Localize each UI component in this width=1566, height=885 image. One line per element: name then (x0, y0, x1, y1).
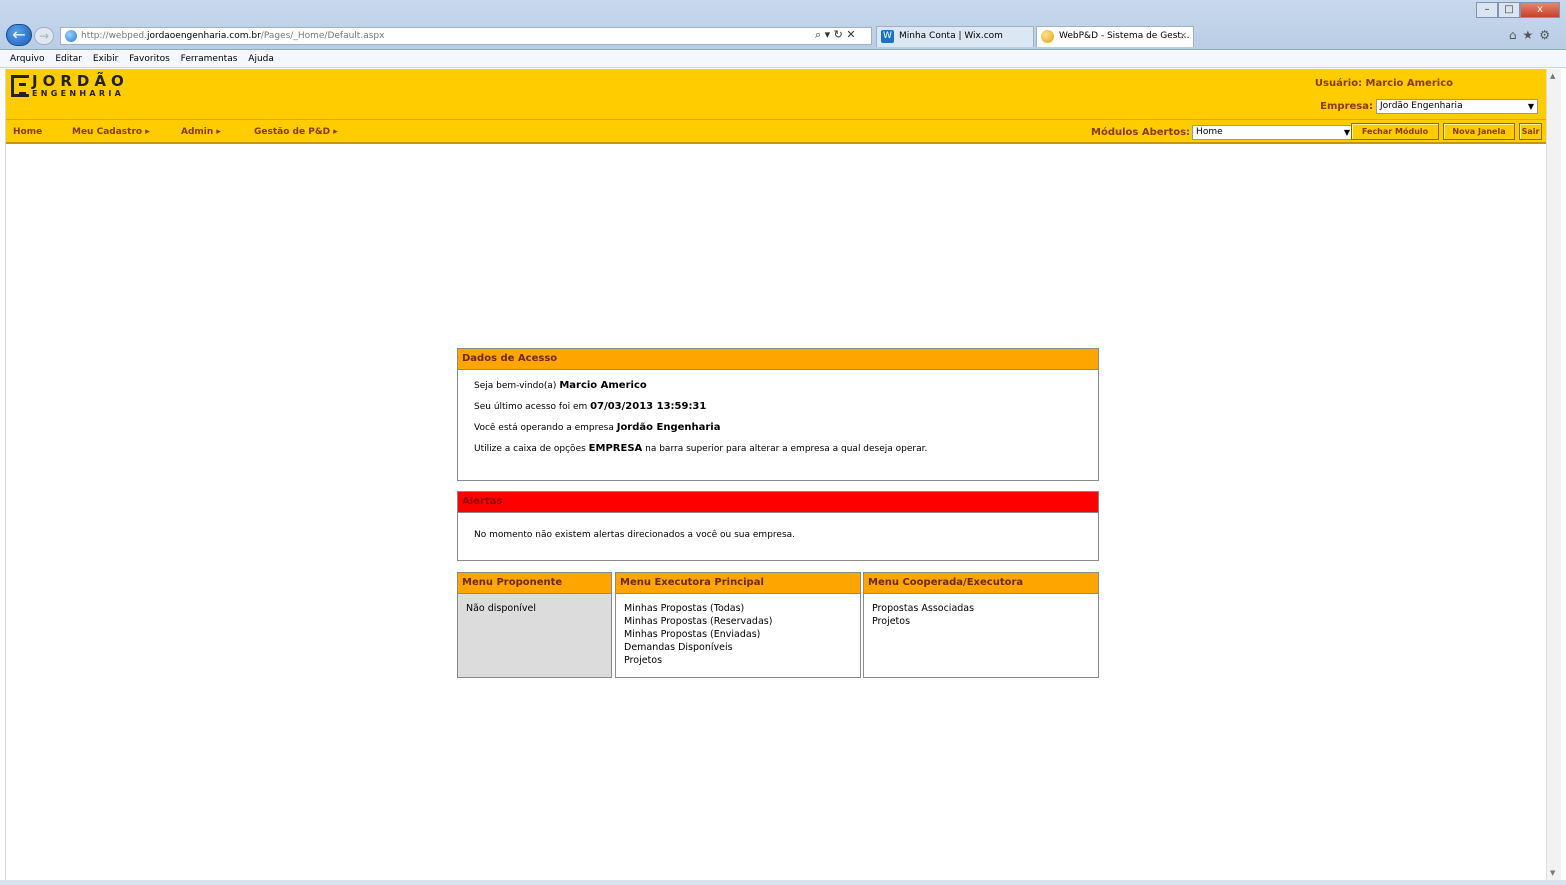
hint-line: Utilize a caixa de opções EMPRESA na bar… (474, 438, 1098, 459)
hint-prefix: Utilize a caixa de opções (474, 444, 586, 454)
home-favorites-tools-icons[interactable]: ⌂★⚙ (1509, 28, 1556, 42)
menu-executora-body: Minhas Propostas (Todas) Minhas Proposta… (616, 594, 860, 667)
address-domain: jordaoengenharia.com.br (147, 31, 261, 41)
back-button[interactable]: ← (6, 24, 32, 46)
hint-suffix: na barra superior para alterar a empresa… (645, 444, 928, 454)
last-access-time: 07/03/2013 13:59:31 (590, 401, 707, 412)
empresa-value: Jordão Engenharia (1380, 101, 1463, 111)
empresa-selector: Empresa: Jordão Engenharia ▼ (1320, 99, 1538, 114)
user-label: Usuário: Marcio Americo (1314, 78, 1453, 89)
alert-message: No momento não existem alertas direciona… (474, 530, 796, 540)
menu-cooperada-body: Propostas Associadas Projetos (864, 594, 1098, 628)
nav-gestao[interactable]: Gestão de P&D ▸ (254, 127, 338, 137)
welcome-line: Seja bem-vindo(a) Marcio Americo (474, 375, 1098, 396)
last-access-line: Seu último acesso foi em 07/03/2013 13:5… (474, 396, 1098, 417)
menu-arquivo[interactable]: Arquivo (10, 54, 44, 64)
page-left-border (0, 69, 6, 880)
menu-ferramentas[interactable]: Ferramentas (181, 54, 238, 64)
welcome-prefix: Seja bem-vindo(a) (474, 381, 557, 391)
panel-title: Alertas (458, 492, 1098, 513)
address-path: /Pages/_Home/Default.aspx (260, 31, 385, 41)
panel-title: Menu Cooperada/Executora (864, 573, 1098, 594)
menu-cooperada-panel: Menu Cooperada/Executora Propostas Assoc… (863, 572, 1099, 678)
browser-titlebar: ← → http://webped.jordaoengenharia.com.b… (0, 0, 1566, 50)
menu-favoritos[interactable]: Favoritos (129, 54, 170, 64)
welcome-user: Marcio Americo (559, 380, 647, 391)
menu-proponente-body: Não disponível (458, 594, 611, 677)
menu-ajuda[interactable]: Ajuda (248, 54, 274, 64)
chevron-down-icon: ▼ (1527, 102, 1534, 111)
alertas-panel: Alertas No momento não existem alertas d… (457, 491, 1099, 561)
site-header: JORDÃO ENGENHARIA Usuário: Marcio Americ… (6, 69, 1546, 119)
nav-meu-cadastro[interactable]: Meu Cadastro ▸ (72, 127, 150, 137)
modulos-abertos: Módulos Abertos: Home ▼ (1091, 125, 1355, 140)
close-window-button[interactable]: x (1520, 2, 1560, 18)
tab-label: Minha Conta | Wix.com (899, 31, 1003, 41)
window-buttons: – □ x (1476, 2, 1560, 18)
dados-acesso-body: Seja bem-vindo(a) Marcio Americo Seu últ… (458, 370, 1098, 459)
vertical-scrollbar[interactable]: ▲ ▼ (1546, 69, 1561, 880)
tab-label: WebP&D - Sistema de Gest... (1059, 31, 1190, 41)
ie-favicon-icon (1041, 30, 1054, 43)
address-bar[interactable]: http://webped.jordaoengenharia.com.br/Pa… (60, 27, 872, 45)
menu-link[interactable]: Minhas Propostas (Enviadas) (624, 628, 860, 641)
modulos-label: Módulos Abertos: (1091, 127, 1191, 138)
operating-line: Você está operando a empresa Jordão Enge… (474, 417, 1098, 438)
menu-executora-panel: Menu Executora Principal Minhas Proposta… (615, 572, 861, 678)
nova-janela-button[interactable]: Nova Janela (1443, 123, 1515, 140)
alertas-body: No momento não existem alertas direciona… (458, 513, 1098, 546)
last-access-prefix: Seu último acesso foi em (474, 402, 588, 412)
chevron-down-icon: ▼ (1343, 128, 1351, 137)
fechar-modulo-button[interactable]: Fechar Módulo (1351, 123, 1439, 140)
dados-acesso-panel: Dados de Acesso Seja bem-vindo(a) Marcio… (457, 348, 1099, 481)
logo-name: JORDÃO (32, 72, 129, 90)
tab-wix[interactable]: W Minha Conta | Wix.com (876, 26, 1034, 47)
minimize-button[interactable]: – (1476, 2, 1498, 18)
scroll-up-icon[interactable]: ▲ (1550, 72, 1555, 80)
nav-home[interactable]: Home (13, 127, 42, 137)
wix-favicon-icon: W (881, 30, 894, 43)
panel-title: Dados de Acesso (458, 349, 1098, 370)
sair-button[interactable]: Sair (1519, 123, 1542, 140)
tab-webpd[interactable]: WebP&D - Sistema de Gest... × (1036, 26, 1194, 47)
logo-subtitle: ENGENHARIA (32, 89, 125, 98)
panel-title: Menu Executora Principal (616, 573, 860, 594)
window-bottom-edge (0, 880, 1566, 885)
maximize-button[interactable]: □ (1498, 2, 1520, 18)
operating-prefix: Você está operando a empresa (474, 423, 614, 433)
menu-link[interactable]: Projetos (624, 654, 860, 667)
ie-page-icon (65, 30, 77, 42)
menu-link[interactable]: Demandas Disponíveis (624, 641, 860, 654)
main-nav: Home Meu Cadastro ▸ Admin ▸ Gestão de P&… (6, 119, 1546, 144)
forward-button[interactable]: → (34, 27, 54, 45)
panel-title: Menu Proponente (458, 573, 611, 594)
nav-admin[interactable]: Admin ▸ (181, 127, 221, 137)
hint-keyword: EMPRESA (588, 443, 643, 454)
modulos-select[interactable]: Home ▼ (1192, 125, 1355, 140)
menu-link[interactable]: Propostas Associadas (872, 602, 1098, 615)
menu-exibir[interactable]: Exibir (93, 54, 118, 64)
scroll-down-icon[interactable]: ▼ (1550, 869, 1555, 877)
menu-proponente-panel: Menu Proponente Não disponível (457, 572, 612, 678)
menu-item: Não disponível (466, 603, 536, 614)
browser-menubar: Arquivo Editar Exibir Favoritos Ferramen… (0, 51, 1566, 68)
address-tools-icons[interactable]: ⌕ ▾ ↻ ✕ (815, 27, 856, 43)
menu-editar[interactable]: Editar (55, 54, 82, 64)
menu-link[interactable]: Minhas Propostas (Todas) (624, 602, 860, 615)
address-prefix: http://webped. (81, 31, 148, 41)
operating-company: Jordão Engenharia (616, 422, 721, 433)
jordao-logo-icon (11, 75, 29, 97)
empresa-label: Empresa: (1320, 101, 1373, 112)
modulos-value: Home (1196, 127, 1223, 137)
menu-link[interactable]: Projetos (872, 615, 1098, 628)
menu-link[interactable]: Minhas Propostas (Reservadas) (624, 615, 860, 628)
empresa-select[interactable]: Jordão Engenharia ▼ (1376, 99, 1538, 114)
tab-close-icon[interactable]: × (1179, 27, 1187, 46)
